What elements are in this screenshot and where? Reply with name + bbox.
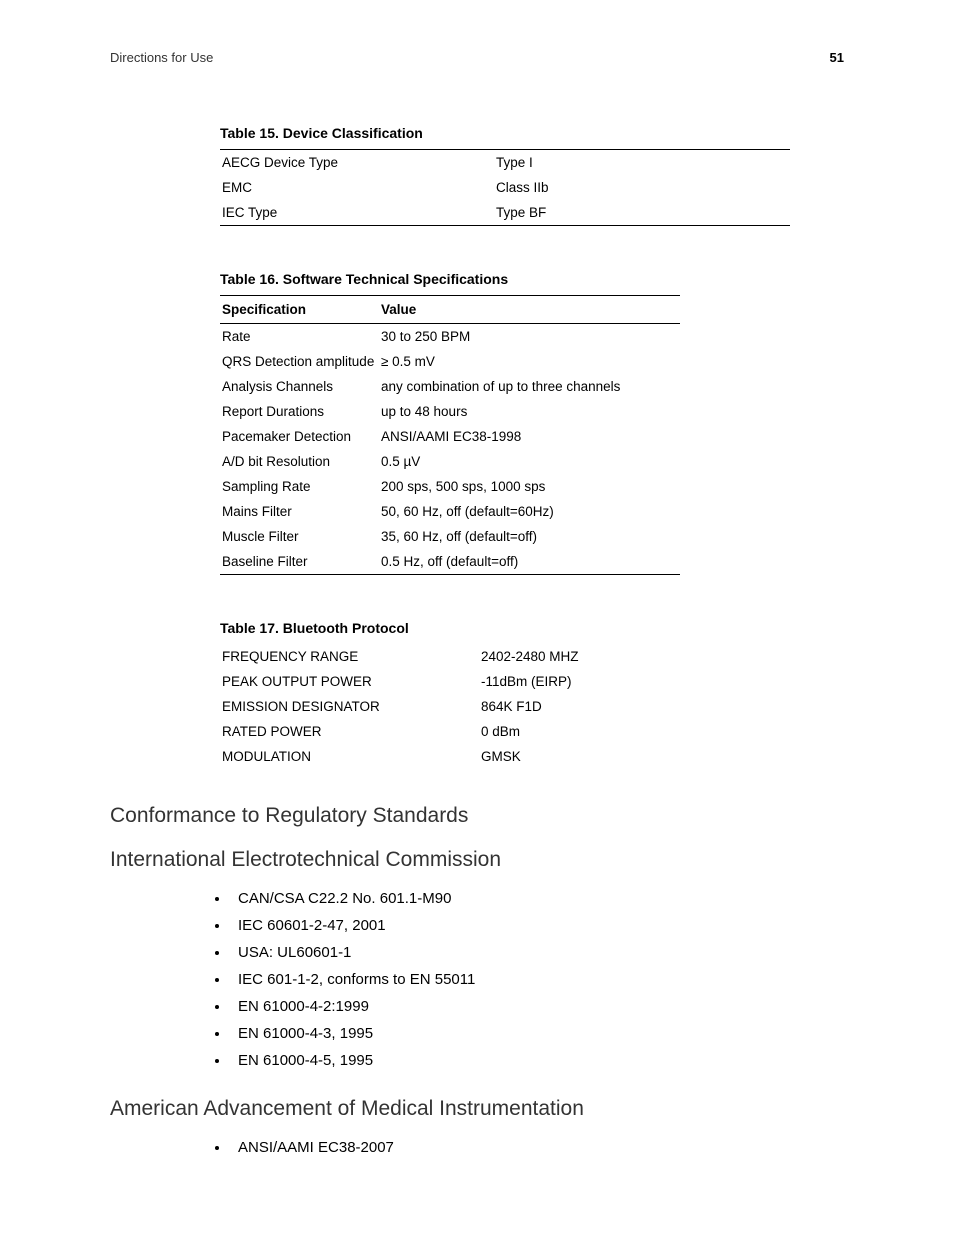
row-value: ANSI/AAMI EC38-1998 <box>379 424 680 449</box>
row-value: Type BF <box>494 200 790 226</box>
device-classification-table: AECG Device TypeType IEMCClass IIbIEC Ty… <box>220 149 790 226</box>
table17-caption: Table 17. Bluetooth Protocol <box>220 620 844 636</box>
row-value: 50, 60 Hz, off (default=60Hz) <box>379 499 680 524</box>
table-row: Baseline Filter0.5 Hz, off (default=off) <box>220 549 680 575</box>
row-value: 35, 60 Hz, off (default=off) <box>379 524 680 549</box>
conformance-heading: Conformance to Regulatory Standards <box>110 804 844 828</box>
list-item: EN 61000-4-2:1999 <box>230 998 844 1015</box>
table-row: A/D bit Resolution0.5 µV <box>220 449 680 474</box>
row-value: 0.5 µV <box>379 449 680 474</box>
row-value: up to 48 hours <box>379 399 680 424</box>
row-label: RATED POWER <box>220 719 479 744</box>
table-row: AECG Device TypeType I <box>220 150 790 176</box>
list-item: EN 61000-4-5, 1995 <box>230 1052 844 1069</box>
list-item: CAN/CSA C22.2 No. 601.1-M90 <box>230 890 844 907</box>
row-label: PEAK OUTPUT POWER <box>220 669 479 694</box>
table-row: FREQUENCY RANGE2402-2480 MHZ <box>220 644 600 669</box>
table-row: Rate30 to 250 BPM <box>220 324 680 350</box>
header-title: Directions for Use <box>110 50 213 65</box>
row-value: 200 sps, 500 sps, 1000 sps <box>379 474 680 499</box>
row-label: Report Durations <box>220 399 379 424</box>
row-label: Baseline Filter <box>220 549 379 575</box>
list-item: EN 61000-4-3, 1995 <box>230 1025 844 1042</box>
row-label: A/D bit Resolution <box>220 449 379 474</box>
table-row: RATED POWER0 dBm <box>220 719 600 744</box>
table-row: Muscle Filter35, 60 Hz, off (default=off… <box>220 524 680 549</box>
iec-heading: International Electrotechnical Commissio… <box>110 848 844 872</box>
row-value: 864K F1D <box>479 694 600 719</box>
table-row: Pacemaker DetectionANSI/AAMI EC38-1998 <box>220 424 680 449</box>
table-row: Report Durationsup to 48 hours <box>220 399 680 424</box>
list-item: IEC 601-1-2, conforms to EN 55011 <box>230 971 844 988</box>
list-item: ANSI/AAMI EC38-2007 <box>230 1139 844 1156</box>
row-value: -11dBm (EIRP) <box>479 669 600 694</box>
row-value: GMSK <box>479 744 600 769</box>
table16-header-spec: Specification <box>220 296 379 324</box>
row-value: ≥ 0.5 mV <box>379 349 680 374</box>
page: Directions for Use 51 Table 15. Device C… <box>0 0 954 1234</box>
row-value: 30 to 250 BPM <box>379 324 680 350</box>
row-label: AECG Device Type <box>220 150 494 176</box>
software-specs-table: Specification Value Rate30 to 250 BPMQRS… <box>220 295 680 575</box>
table-row: Analysis Channelsany combination of up t… <box>220 374 680 399</box>
row-label: MODULATION <box>220 744 479 769</box>
row-label: EMISSION DESIGNATOR <box>220 694 479 719</box>
table-row: EMISSION DESIGNATOR864K F1D <box>220 694 600 719</box>
table-row: QRS Detection amplitude≥ 0.5 mV <box>220 349 680 374</box>
row-label: Sampling Rate <box>220 474 379 499</box>
row-label: FREQUENCY RANGE <box>220 644 479 669</box>
row-value: 0.5 Hz, off (default=off) <box>379 549 680 575</box>
table16-header-value: Value <box>379 296 680 324</box>
page-number: 51 <box>830 50 844 65</box>
iec-standards-list: CAN/CSA C22.2 No. 601.1-M90 IEC 60601-2-4… <box>230 890 844 1069</box>
row-label: Pacemaker Detection <box>220 424 379 449</box>
row-value: any combination of up to three channels <box>379 374 680 399</box>
row-value: Type I <box>494 150 790 176</box>
content-area: Table 15. Device Classification AECG Dev… <box>220 125 844 769</box>
table-row: PEAK OUTPUT POWER-11dBm (EIRP) <box>220 669 600 694</box>
row-label: IEC Type <box>220 200 494 226</box>
table-row: MODULATIONGMSK <box>220 744 600 769</box>
row-label: Rate <box>220 324 379 350</box>
row-value: 2402-2480 MHZ <box>479 644 600 669</box>
row-value: Class IIb <box>494 175 790 200</box>
row-label: Muscle Filter <box>220 524 379 549</box>
table-row: EMCClass IIb <box>220 175 790 200</box>
page-header: Directions for Use 51 <box>110 50 844 65</box>
row-label: QRS Detection amplitude <box>220 349 379 374</box>
row-label: Analysis Channels <box>220 374 379 399</box>
table16-caption: Table 16. Software Technical Specificati… <box>220 271 844 287</box>
list-item: IEC 60601-2-47, 2001 <box>230 917 844 934</box>
row-label: EMC <box>220 175 494 200</box>
list-item: USA: UL60601-1 <box>230 944 844 961</box>
table15-caption: Table 15. Device Classification <box>220 125 844 141</box>
row-value: 0 dBm <box>479 719 600 744</box>
aami-heading: American Advancement of Medical Instrume… <box>110 1097 844 1121</box>
row-label: Mains Filter <box>220 499 379 524</box>
aami-standards-list: ANSI/AAMI EC38-2007 <box>230 1139 844 1156</box>
table-row: IEC TypeType BF <box>220 200 790 226</box>
table-row: Sampling Rate200 sps, 500 sps, 1000 sps <box>220 474 680 499</box>
bluetooth-protocol-table: FREQUENCY RANGE2402-2480 MHZPEAK OUTPUT … <box>220 644 600 769</box>
table-row: Mains Filter50, 60 Hz, off (default=60Hz… <box>220 499 680 524</box>
